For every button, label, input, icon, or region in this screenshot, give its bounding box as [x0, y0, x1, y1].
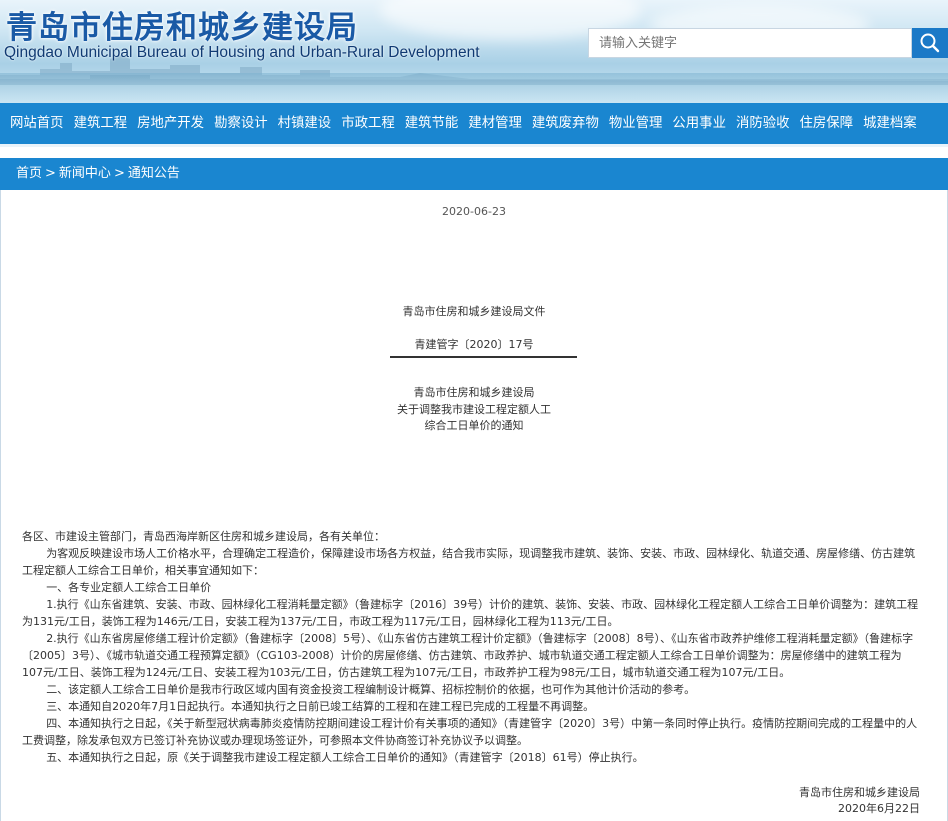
breadcrumb-separator: > — [45, 166, 56, 181]
nav-item[interactable]: 公用事业 — [662, 103, 726, 144]
nav-item[interactable]: 消防验收 — [726, 103, 790, 144]
nav-item[interactable]: 建材管理 — [458, 103, 522, 144]
nav-item[interactable]: 房地产开发 — [127, 103, 204, 144]
search-icon — [920, 33, 940, 53]
paragraph: 三、本通知自2020年7月1日起执行。本通知执行之日前已竣工结算的工程和在建工程… — [46, 700, 595, 713]
paragraph: 一、各专业定额人工综合工日单价 — [46, 581, 212, 594]
header-banner: 青岛市住房和城乡建设局 Qingdao Municipal Bureau of … — [0, 0, 948, 103]
signature: 青岛市住房和城乡建设局 — [799, 786, 920, 799]
paragraph: 1.执行《山东省建筑、安装、市政、园林绿化工程消耗量定额》（鲁建标字〔2016〕… — [22, 598, 919, 628]
nav-item[interactable]: 住房保障 — [790, 103, 854, 144]
breadcrumb-item[interactable]: 首页 — [16, 166, 42, 181]
paragraph: 为客观反映建设市场人工价格水平，合理确定工程造价，保障建设市场各方权益，结合我市… — [22, 547, 916, 577]
breadcrumb: 首页 > 新闻中心 > 通知公告 — [0, 158, 948, 190]
nav-item[interactable]: 网站首页 — [0, 103, 64, 144]
salutation: 各区、市建设主管部门，青岛西海岸新区住房和城乡建设局，各有关单位： — [22, 530, 385, 543]
nav-item[interactable]: 建筑废弃物 — [522, 103, 599, 144]
sign-date: 2020年6月22日 — [838, 802, 920, 815]
paragraph: 二、该定额人工综合工日单价是我市行政区域内国有资金投资工程编制设计概算、招标控制… — [46, 683, 696, 696]
site-title: 青岛市住房和城乡建设局 — [6, 10, 358, 46]
site-title-english: Qingdao Municipal Bureau of Housing and … — [4, 44, 480, 61]
publish-date: 2020-06-23 — [442, 205, 506, 218]
nav-item[interactable]: 城建档案 — [853, 103, 917, 144]
article-body: 各区、市建设主管部门，青岛西海岸新区住房和城乡建设局，各有关单位： 为客观反映建… — [22, 528, 920, 766]
notice-title-line: 综合工日单价的通知 — [424, 419, 524, 432]
nav-item[interactable]: 建筑工程 — [64, 103, 128, 144]
header-divider — [390, 356, 577, 358]
main-nav: 网站首页 建筑工程 房地产开发 勘察设计 村镇建设 市政工程 建筑节能 建材管理 建筑废弃物 物业… — [0, 103, 948, 147]
notice-title-line: 关于调整我市建设工程定额人工 — [397, 403, 551, 416]
nav-item[interactable]: 勘察设计 — [204, 103, 268, 144]
breadcrumb-item[interactable]: 通知公告 — [128, 166, 180, 181]
nav-item[interactable]: 建筑节能 — [395, 103, 459, 144]
search-button[interactable] — [912, 28, 948, 58]
search-input[interactable] — [588, 28, 912, 58]
document-number: 青建管字〔2020〕17号 — [414, 338, 534, 351]
paragraph: 五、本通知执行之日起，原《关于调整我市建设工程定额人工综合工日单价的通知》（青建… — [46, 751, 644, 764]
sea-decoration — [0, 73, 948, 103]
nav-item[interactable]: 市政工程 — [331, 103, 395, 144]
nav-item[interactable]: 村镇建设 — [268, 103, 332, 144]
breadcrumb-separator: > — [113, 166, 125, 181]
breadcrumb-item[interactable]: 新闻中心 — [59, 166, 111, 181]
notice-title-line: 青岛市住房和城乡建设局 — [413, 386, 535, 399]
document-header: 青岛市住房和城乡建设局文件 — [402, 305, 546, 318]
paragraph: 2.执行《山东省房屋修缮工程计价定额》（鲁建标字〔2008〕5号）、《山东省仿古… — [22, 632, 914, 679]
nav-item[interactable]: 物业管理 — [599, 103, 663, 144]
paragraph: 四、本通知执行之日起，《关于新型冠状病毒肺炎疫情防控期间建设工程计价有关事项的通… — [22, 717, 918, 747]
